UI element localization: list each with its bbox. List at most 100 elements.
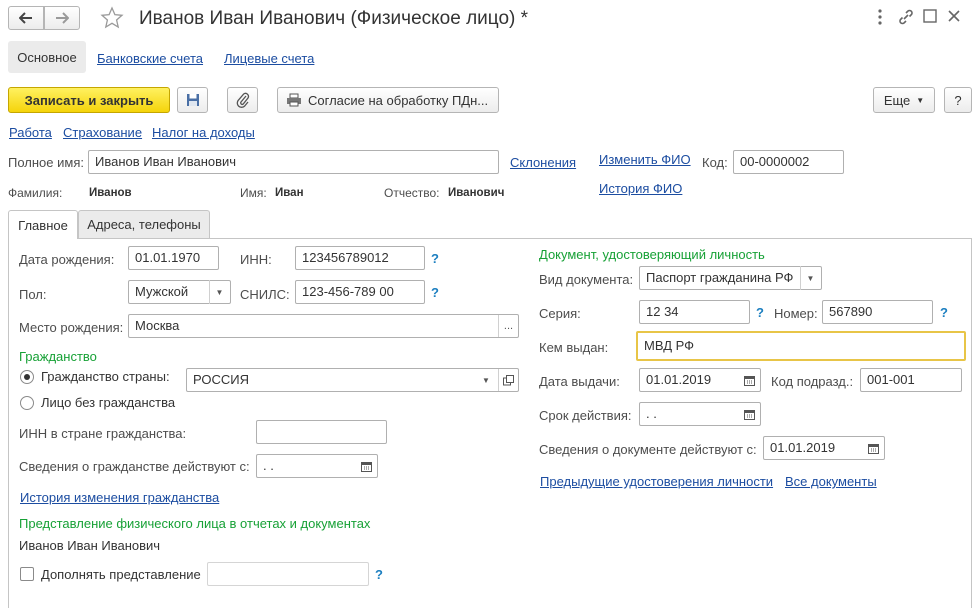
patronymic-value: Иванович [448,187,505,199]
link-insurance[interactable]: Страхование [63,125,142,140]
tab-addresses-label: Адреса, телефоны [87,217,201,232]
help-button[interactable]: ? [944,87,972,113]
citizenship-country-value: РОССИЯ [193,372,250,387]
chain-link-icon[interactable] [897,8,915,29]
save-close-label: Записать и закрыть [24,92,154,108]
maximize-icon[interactable] [922,8,938,27]
chevron-down-icon[interactable]: ▼ [209,280,229,304]
birth-date-input[interactable]: 01.01.1970 [128,246,219,270]
forward-button[interactable] [44,6,80,30]
open-icon[interactable] [498,369,518,391]
supplement-input[interactable] [207,562,369,586]
series-label: Серия: [539,306,581,321]
vertical-dots-icon[interactable] [876,8,884,29]
series-help[interactable]: ? [756,305,764,320]
nav-tab-bank-accounts[interactable]: Банковские счета [97,51,203,66]
code-input[interactable]: 00-0000002 [733,150,844,174]
first-name-value: Иван [275,187,304,199]
birthplace-input[interactable]: Москва [128,314,519,338]
dept-code-label: Код подразд.: [771,374,854,389]
star-icon[interactable] [100,6,124,33]
snils-input[interactable]: 123-456-789 00 [295,280,425,304]
nav-tab-label: Основное [17,49,77,65]
help-label: ? [954,92,962,108]
gender-label: Пол: [19,287,47,302]
link-income-tax[interactable]: Налог на доходы [152,125,255,140]
representation-header: Представление физического лица в отчетах… [19,516,371,531]
more-button[interactable]: Еще ▼ [873,87,935,113]
tab-addresses[interactable]: Адреса, телефоны [78,210,210,238]
supplement-label: Дополнять представление [41,567,201,582]
tab-main-label: Главное [18,217,68,233]
foreign-inn-input[interactable] [256,420,387,444]
history-fio-link[interactable]: История ФИО [599,181,682,196]
close-icon[interactable] [946,8,962,27]
citizenship-country-input[interactable]: РОССИЯ [186,368,519,392]
number-help[interactable]: ? [940,305,948,320]
first-name-label: Имя: [240,186,267,200]
back-button[interactable] [8,6,44,30]
calendar-icon[interactable] [739,402,759,426]
validity-label: Срок действия: [539,408,632,423]
inn-input[interactable]: 123456789012 [295,246,425,270]
calendar-icon[interactable] [356,454,376,478]
more-label: Еще [883,92,911,108]
surname-label: Фамилия: [8,186,63,200]
surname-value: Иванов [89,187,132,199]
snils-help[interactable]: ? [431,285,439,300]
printer-icon [287,93,301,107]
stateless-label: Лицо без гражданства [41,395,176,410]
tab-main[interactable]: Главное [8,210,78,239]
fullname-input[interactable]: Иванов Иван Иванович [88,150,499,174]
save-button[interactable] [177,87,208,113]
consent-label: Согласие на обработку ПДн... [308,92,489,108]
fullname-label: Полное имя: [8,155,84,170]
identity-doc-header: Документ, удостоверяющий личность [539,247,765,262]
attach-button[interactable] [227,87,258,113]
arrow-right-icon [56,12,69,24]
doc-valid-label: Сведения о документе действуют с: [539,442,757,457]
chevron-down-icon[interactable]: ▼ [800,266,820,290]
nav-tab-personal-accounts[interactable]: Лицевые счета [224,51,314,66]
birth-date-label: Дата рождения: [19,252,115,267]
gender-value: Мужской [135,284,189,299]
radio-stateless[interactable] [20,396,34,410]
snils-label: СНИЛС: [240,287,290,302]
arrow-left-icon [19,12,32,24]
calendar-icon[interactable] [863,436,883,460]
issue-date-label: Дата выдачи: [539,374,620,389]
doc-type-value: Паспорт гражданина РФ [646,270,794,285]
previous-docs-link[interactable]: Предыдущие удостоверения личности [540,474,773,489]
series-input[interactable]: 12 34 [639,300,750,324]
radio-citizenship-country[interactable] [20,370,34,384]
change-fio-link[interactable]: Изменить ФИО [599,152,691,167]
number-label: Номер: [774,306,818,321]
doc-type-select[interactable]: Паспорт гражданина РФ [639,266,822,290]
calendar-icon[interactable] [739,368,759,392]
inn-help[interactable]: ? [431,251,439,266]
dept-code-input[interactable]: 001-001 [860,368,962,392]
code-label: Код: [702,155,728,170]
link-work[interactable]: Работа [9,125,52,140]
citizenship-valid-label: Сведения о гражданстве действуют с: [19,459,250,474]
number-input[interactable]: 567890 [822,300,933,324]
nav-tab-main[interactable]: Основное [8,41,86,73]
patronymic-label: Отчество: [384,186,440,200]
consent-button[interactable]: Согласие на обработку ПДн... [277,87,499,113]
issued-by-label: Кем выдан: [539,340,609,355]
chevron-down-icon[interactable]: ▼ [476,368,496,392]
all-docs-link[interactable]: Все документы [785,474,877,489]
citizenship-header: Гражданство [19,349,97,364]
supplement-checkbox[interactable] [20,567,34,581]
floppy-disk-icon [186,94,199,106]
ellipsis-icon[interactable]: ... [498,315,518,337]
citizenship-history-link[interactable]: История изменения гражданства [20,490,219,505]
inn-label: ИНН: [240,252,272,267]
foreign-inn-label: ИНН в стране гражданства: [19,426,187,441]
supplement-help[interactable]: ? [375,567,383,582]
birthplace-label: Место рождения: [19,320,124,335]
issued-by-input[interactable]: МВД РФ [636,331,966,361]
chevron-down-icon: ▼ [916,95,925,105]
save-close-button[interactable]: Записать и закрыть [8,87,170,113]
declensions-link[interactable]: Склонения [510,155,576,170]
